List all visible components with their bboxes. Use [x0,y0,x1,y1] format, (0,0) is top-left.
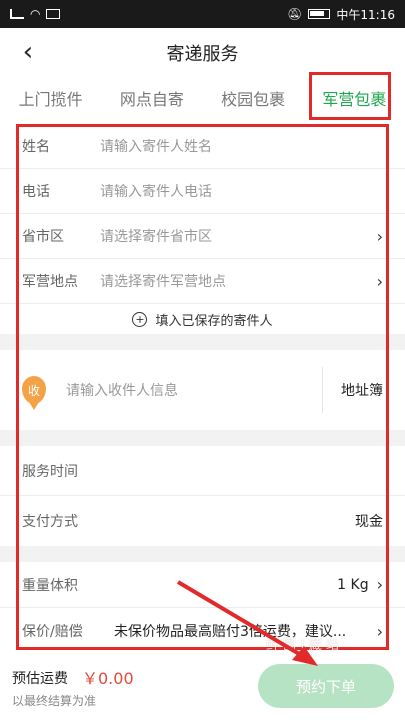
status-icons-left: ◠ [10,7,61,21]
receiver-row[interactable]: 收 请输入收件人信息 地址簿 [0,350,405,430]
form-area: 姓名 请输入寄件人姓名 电话 请输入寄件人电话 省市区 请选择寄件省市区 › 军… [0,124,405,654]
chevron-right-icon: › [376,621,383,641]
status-time: 中午11:16 [336,7,395,22]
payment-label: 支付方式 [22,514,78,530]
place-order-button[interactable]: 预约下单 [258,664,394,708]
receiver-input[interactable]: 请输入收件人信息 [66,380,322,400]
tab-outlet-send[interactable]: 网点自寄 [101,78,202,122]
tab-door-pickup[interactable]: 上门揽件 [0,78,101,122]
sender-phone-label: 电话 [22,184,50,200]
receiver-pin-icon: 收 [22,376,46,410]
page-title: 寄递服务 [166,44,239,65]
battery-icon [308,9,331,19]
estimate-note: 以最终结算为准 [12,694,97,708]
sender-region-select[interactable]: 请选择寄件省市区 [100,226,369,246]
sender-camp-label: 军营地点 [22,274,78,290]
chevron-right-icon: › [376,226,383,246]
sender-phone-row[interactable]: 电话 请输入寄件人电话 [0,169,405,214]
sender-camp-row[interactable]: 军营地点 请选择寄件军营地点 › [0,259,405,304]
page-header: ‹ 寄递服务 [0,28,405,78]
payment-row[interactable]: 支付方式 现金 [0,496,405,546]
status-icons-right: 🔕︎ 中午11:16 [287,6,395,23]
wifi-icon: ◠ [30,7,41,21]
service-time-row[interactable]: 服务时间 [0,446,405,496]
sender-phone-input[interactable]: 请输入寄件人电话 [100,181,383,201]
weight-label: 重量体积 [22,577,78,594]
sender-name-row[interactable]: 姓名 请输入寄件人姓名 [0,124,405,169]
chevron-right-icon: › [376,575,383,594]
plus-circle-icon: + [132,311,148,327]
back-button[interactable]: ‹ [12,36,44,68]
sender-region-label: 省市区 [22,229,64,245]
sender-name-input[interactable]: 请输入寄件人姓名 [100,136,383,156]
address-book-button[interactable]: 地址簿 [341,380,383,400]
receiver-section: 收 请输入收件人信息 地址簿 [0,350,405,430]
fill-saved-sender-label: 填入已保存的寄件人 [155,313,273,329]
insurance-row[interactable]: 保价/赔偿 未保价物品最高赔付3倍运费，建议... › [0,608,405,654]
sender-name-label: 姓名 [22,139,50,155]
payment-value: 现金 [355,514,383,530]
receiver-pin-text: 收 [27,383,40,398]
estimate-label: 预估运费 [12,671,68,687]
mute-icon: 🔕︎ [287,7,303,21]
service-time-label: 服务时间 [22,463,78,480]
package-section: 重量体积 1 Kg › 保价/赔偿 未保价物品最高赔付3倍运费，建议... › [0,562,405,654]
mail-icon [46,9,61,19]
tab-campus-parcel[interactable]: 校园包裹 [203,78,304,122]
signal-icon [10,9,24,19]
weight-value: 1 Kg [337,576,369,593]
insurance-label: 保价/赔偿 [22,624,83,640]
chevron-right-icon: › [376,271,383,291]
service-section: 服务时间 支付方式 现金 [0,446,405,546]
sender-region-row[interactable]: 省市区 请选择寄件省市区 › [0,214,405,259]
status-bar: ◠ 🔕︎ 中午11:16 [0,0,405,28]
sender-section: 姓名 请输入寄件人姓名 电话 请输入寄件人电话 省市区 请选择寄件省市区 › 军… [0,124,405,334]
sender-camp-select[interactable]: 请选择寄件军营地点 [100,271,369,291]
tab-military-parcel[interactable]: 军营包裹 [304,78,405,122]
chevron-left-icon: ‹ [22,37,34,67]
tab-bar: 上门揽件 网点自寄 校园包裹 军营包裹 [0,78,405,122]
weight-row[interactable]: 重量体积 1 Kg › [0,562,405,608]
bottom-bar: 预估运费 ￥0.00 以最终结算为准 预约下单 [0,656,405,720]
watermark: 鲜 圆 | 藏 站 [266,638,339,653]
fill-saved-sender-button[interactable]: + 填入已保存的寄件人 [0,304,405,334]
divider [322,367,323,413]
estimate-value: ￥0.00 [82,669,134,688]
